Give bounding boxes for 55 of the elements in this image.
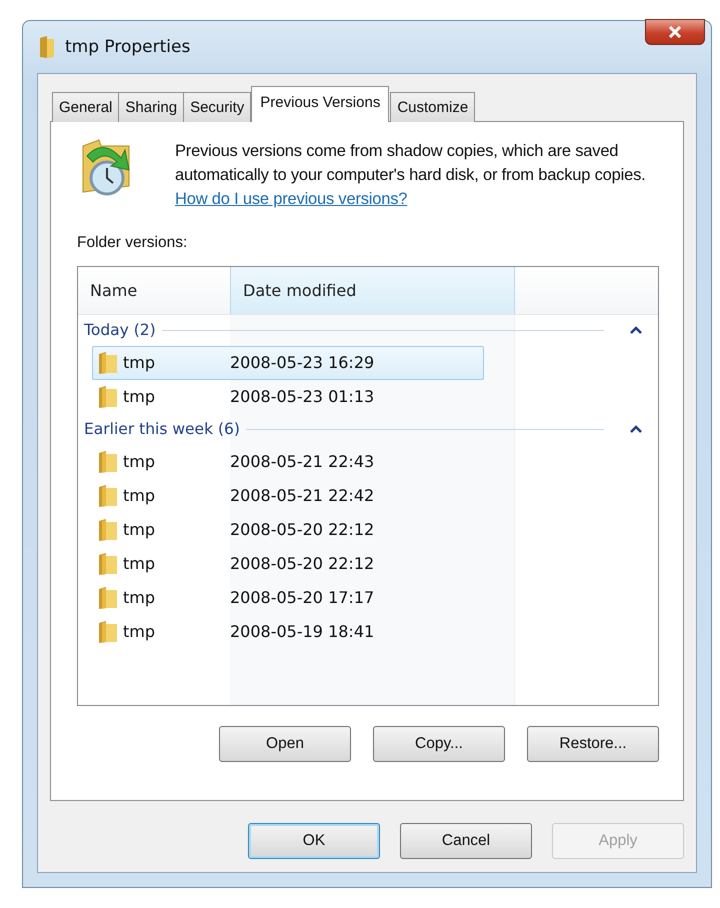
folder-icon [39, 35, 55, 59]
date-modified: 2008-05-23 16:29 [230, 353, 374, 372]
version-row[interactable]: tmp 2008-05-21 22:43 [92, 444, 484, 479]
file-name: tmp [123, 588, 156, 608]
folder-icon [97, 450, 119, 474]
tab[interactable]: Sharing [118, 92, 184, 122]
date-modified: 2008-05-23 01:13 [230, 387, 374, 406]
folder-icon [97, 384, 119, 409]
help-link[interactable]: How do I use previous versions? [175, 190, 408, 208]
close-icon [668, 26, 682, 38]
folder-icon [97, 620, 119, 644]
version-row[interactable]: tmp 2008-05-20 22:12 [92, 512, 484, 547]
column-header[interactable]: Date modified [230, 266, 515, 314]
tab[interactable]: Customize [390, 92, 476, 122]
folder-icon [97, 518, 119, 542]
action-button[interactable]: Open [219, 726, 351, 762]
tab[interactable]: General [52, 92, 120, 122]
file-name: tmp [123, 452, 156, 472]
window-title: tmp Properties [65, 37, 190, 57]
file-name: tmp [123, 554, 156, 574]
folder-icon [97, 484, 119, 508]
folder-icon [97, 350, 119, 375]
collapse-icon[interactable] [630, 326, 642, 334]
file-name: tmp [123, 520, 156, 540]
close-button[interactable] [645, 19, 705, 45]
action-button[interactable]: Restore... [527, 726, 659, 762]
group-header[interactable]: Today (2) [84, 321, 156, 340]
folder-icon [97, 586, 119, 610]
version-row[interactable]: tmp 2008-05-21 22:42 [92, 478, 484, 513]
dialog-button[interactable]: OK [248, 823, 380, 859]
dialog-button[interactable]: Cancel [400, 823, 532, 859]
list-label: Folder versions: [77, 234, 188, 252]
file-name: tmp [123, 353, 156, 372]
tab[interactable]: Previous Versions [251, 86, 390, 122]
file-name: tmp [123, 622, 156, 642]
action-button[interactable]: Copy... [373, 726, 505, 762]
file-name: tmp [123, 387, 156, 406]
version-row[interactable]: tmp 2008-05-19 18:41 [92, 614, 484, 649]
date-modified: 2008-05-20 22:12 [230, 520, 374, 540]
version-row[interactable]: tmp 2008-05-23 01:13 [92, 380, 484, 414]
folder-icon [97, 552, 119, 576]
tab[interactable]: Security [183, 92, 252, 122]
version-row[interactable]: tmp 2008-05-20 22:12 [92, 546, 484, 581]
description-text: Previous versions come from shadow copies, which are saved automatically to your computer's hard disk, or from backup copies. How do I use previous versions? [175, 141, 646, 210]
version-row[interactable]: tmp 2008-05-20 17:17 [92, 580, 484, 615]
column-header[interactable]: Name [78, 266, 230, 314]
date-modified: 2008-05-19 18:41 [230, 622, 374, 642]
collapse-icon[interactable] [630, 425, 642, 434]
date-modified: 2008-05-21 22:43 [230, 452, 374, 472]
group-header[interactable]: Earlier this week (6) [84, 420, 240, 438]
date-modified: 2008-05-20 17:17 [230, 588, 374, 608]
file-name: tmp [123, 486, 156, 506]
date-modified: 2008-05-20 22:12 [230, 554, 374, 574]
version-row[interactable]: tmp 2008-05-23 16:29 [92, 346, 484, 380]
date-modified: 2008-05-21 22:42 [230, 486, 374, 506]
